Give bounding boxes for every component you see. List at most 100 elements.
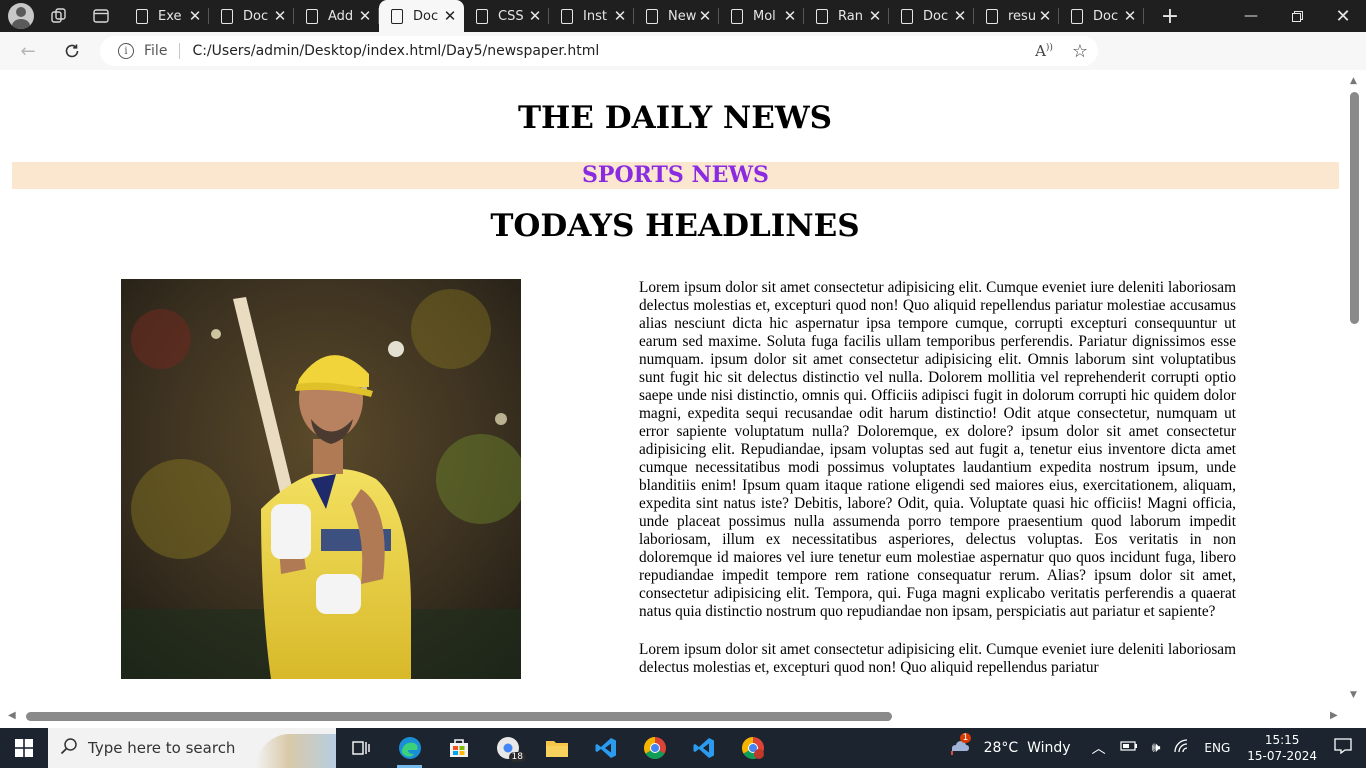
tab-strip: Exe ✕ Doc ✕ Add ✕ Doc ✕ CSS ✕ Inst ✕ New ✕ Mol ✕ Ran ✕ Doc… — [124, 0, 1144, 32]
tab-close-icon[interactable]: ✕ — [1122, 7, 1138, 25]
scroll-down-arrow-icon[interactable]: ▼ — [1350, 690, 1357, 700]
microsoft-store-icon[interactable] — [434, 728, 483, 768]
vscode-second-icon[interactable] — [679, 728, 728, 768]
document-icon — [816, 8, 828, 24]
weather-icon[interactable]: 1 — [948, 733, 972, 759]
chrome-second-icon[interactable] — [728, 728, 777, 768]
browser-tab[interactable]: CSS ✕ — [464, 0, 549, 32]
site-info-icon[interactable]: i — [118, 43, 134, 59]
task-view-icon[interactable] — [336, 728, 385, 768]
horizontal-scrollbar[interactable]: ◀ ▶ — [4, 708, 1346, 726]
scroll-right-arrow-icon[interactable]: ▶ — [1330, 710, 1338, 721]
document-icon — [476, 8, 488, 24]
browser-tab[interactable]: Ran ✕ — [804, 0, 889, 32]
browser-tab[interactable]: Doc ✕ — [379, 0, 464, 32]
scroll-left-arrow-icon[interactable]: ◀ — [8, 710, 16, 721]
battery-icon[interactable] — [1119, 740, 1138, 756]
tab-actions-icon[interactable] — [86, 0, 116, 32]
clock-time: 15:15 — [1264, 733, 1300, 747]
document-icon — [1071, 8, 1083, 24]
clock[interactable]: 15:15 15-07-2024 — [1247, 732, 1317, 764]
scroll-up-arrow-icon[interactable]: ▲ — [1350, 76, 1357, 86]
workspaces-icon[interactable] — [44, 0, 74, 32]
tab-close-icon[interactable]: ✕ — [612, 7, 628, 25]
browser-tab[interactable]: resu ✕ — [974, 0, 1059, 32]
new-tab-button[interactable]: + — [1150, 4, 1190, 29]
document-icon — [986, 8, 998, 24]
favorite-star-icon[interactable]: ☆ — [1062, 41, 1098, 62]
tab-title: Doc — [1093, 8, 1119, 24]
windows-taskbar: Type here to search 18 1 28°C Windy ︿ 🕪 … — [0, 728, 1366, 768]
restore-button[interactable] — [1274, 0, 1320, 32]
headlines-heading: TODAYS HEADLINES — [490, 208, 860, 244]
tab-title: Doc — [243, 8, 269, 24]
volume-icon[interactable]: 🕪 — [1152, 740, 1161, 756]
clock-date: 15-07-2024 — [1247, 749, 1317, 763]
search-highlight-illustration — [256, 734, 336, 768]
notifications-icon[interactable] — [1334, 738, 1352, 758]
read-aloud-icon[interactable]: A)) — [1026, 42, 1062, 60]
weather-badge: 1 — [959, 733, 972, 743]
language-indicator[interactable]: ENG — [1204, 741, 1230, 755]
vertical-scrollbar[interactable]: ▲ ▼ — [1346, 72, 1366, 708]
horizontal-scroll-thumb[interactable] — [26, 712, 892, 721]
tab-close-icon[interactable]: ✕ — [527, 7, 543, 25]
document-icon — [561, 8, 573, 24]
tab-title: Exe — [158, 8, 182, 24]
browser-tab[interactable]: Inst ✕ — [549, 0, 634, 32]
refresh-button[interactable] — [54, 36, 90, 66]
address-toolbar: ← i File C:/Users/admin/Desktop/index.ht… — [0, 32, 1366, 94]
tab-close-icon[interactable]: ✕ — [272, 7, 288, 25]
browser-tab[interactable]: Doc ✕ — [209, 0, 294, 32]
tab-close-icon[interactable]: ✕ — [1037, 7, 1053, 25]
document-icon — [731, 8, 743, 24]
vertical-scroll-thumb[interactable] — [1350, 92, 1359, 324]
tab-title: Doc — [413, 8, 439, 24]
tab-close-icon[interactable]: ✕ — [442, 7, 458, 25]
browser-tab[interactable]: Doc ✕ — [889, 0, 974, 32]
browser-tab[interactable]: Add ✕ — [294, 0, 379, 32]
document-icon — [901, 8, 913, 24]
chrome-icon[interactable] — [630, 728, 679, 768]
chrome-profile-icon[interactable]: 18 — [483, 728, 532, 768]
search-placeholder: Type here to search — [88, 739, 236, 757]
tab-title: CSS — [498, 8, 524, 24]
tab-title: New — [668, 8, 697, 24]
document-icon — [646, 8, 658, 24]
tab-title: resu — [1008, 8, 1037, 24]
minimize-button[interactable]: — — [1228, 0, 1274, 32]
show-hidden-icons-chevron-icon[interactable]: ︿ — [1092, 738, 1106, 758]
page-viewport: THE DAILY NEWS SPORTS NEWS TODAYS HEADLI… — [4, 72, 1346, 708]
file-label: File — [144, 43, 181, 59]
close-window-button[interactable]: ✕ — [1320, 0, 1366, 32]
browser-tab[interactable]: Exe ✕ — [124, 0, 209, 32]
system-tray: 1 28°C Windy ︿ 🕪 ENG 15:15 15-07-2024 — [941, 728, 1366, 768]
section-heading: SPORTS NEWS — [12, 162, 1339, 189]
tab-close-icon[interactable]: ✕ — [952, 7, 968, 25]
browser-tab[interactable]: New ✕ — [634, 0, 719, 32]
file-explorer-icon[interactable] — [532, 728, 581, 768]
tab-close-icon[interactable]: ✕ — [697, 7, 713, 25]
browser-tab[interactable]: Mol ✕ — [719, 0, 804, 32]
tab-close-icon[interactable]: ✕ — [867, 7, 883, 25]
browser-tab[interactable]: Doc ✕ — [1059, 0, 1144, 32]
document-icon — [136, 8, 148, 24]
start-button[interactable] — [0, 728, 48, 768]
taskbar-search[interactable]: Type here to search — [48, 728, 336, 768]
url-text[interactable]: C:/Users/admin/Desktop/index.html/Day5/n… — [192, 43, 1026, 59]
tab-title: Add — [328, 8, 354, 24]
tab-close-icon[interactable]: ✕ — [357, 7, 373, 25]
tab-title: Mol — [753, 8, 776, 24]
profile-avatar[interactable] — [8, 3, 34, 29]
network-icon[interactable] — [1174, 739, 1190, 757]
vscode-icon[interactable] — [581, 728, 630, 768]
tab-title: Ran — [838, 8, 863, 24]
tab-close-icon[interactable]: ✕ — [782, 7, 798, 25]
back-button[interactable]: ← — [10, 36, 46, 66]
address-bar[interactable]: i File C:/Users/admin/Desktop/index.html… — [100, 36, 1098, 66]
tab-close-icon[interactable]: ✕ — [187, 7, 203, 25]
edge-taskbar-icon[interactable] — [385, 728, 434, 768]
weather-text[interactable]: 28°C Windy — [984, 740, 1071, 756]
newspaper-masthead: THE DAILY NEWS — [517, 100, 833, 136]
document-icon — [391, 8, 403, 24]
